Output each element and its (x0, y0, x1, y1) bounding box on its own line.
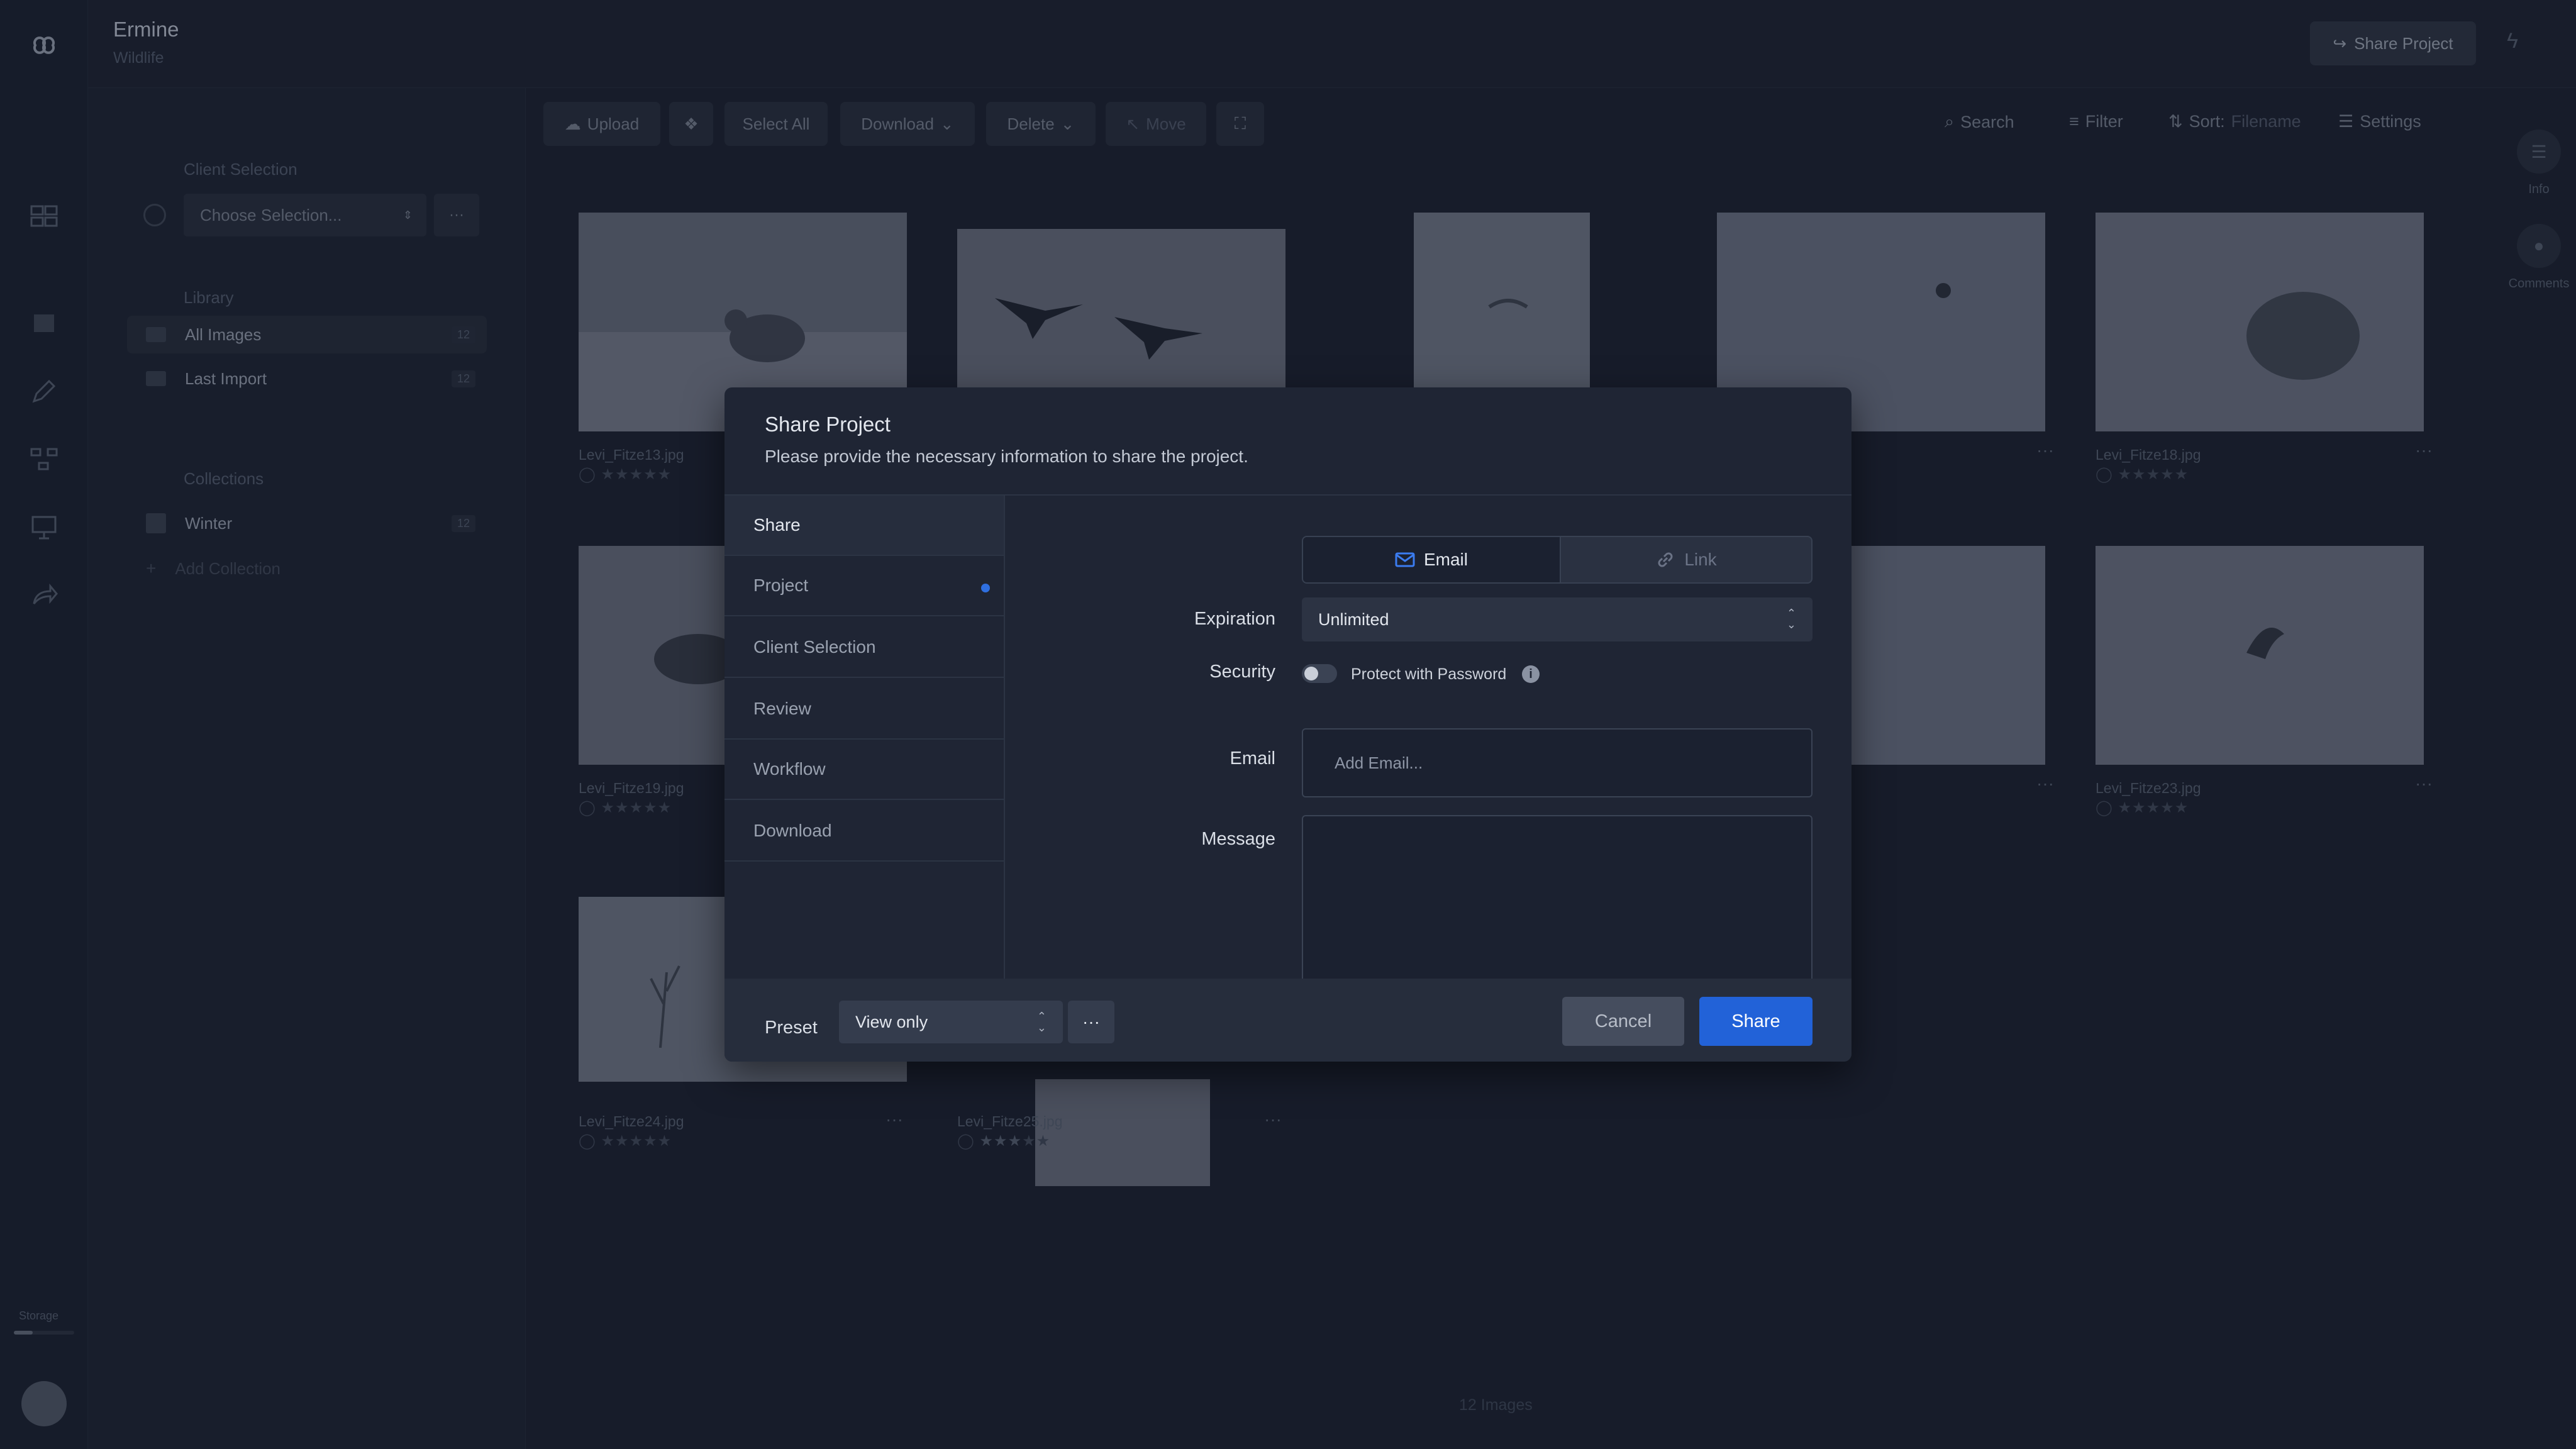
chevron-updown-icon: ⌃ ⌄ (1786, 607, 1796, 631)
nav-item-label: Share (753, 515, 801, 535)
nav-item-workflow[interactable]: Workflow (724, 740, 1004, 800)
modal-subtitle: Please provide the necessary information… (765, 447, 1248, 466)
email-input[interactable]: Add Email... (1302, 728, 1813, 797)
chevron-updown-icon: ⌃ ⌄ (1036, 1010, 1046, 1034)
nav-item-project[interactable]: Project (724, 556, 1004, 616)
nav-item-client-selection[interactable]: Client Selection (724, 618, 1004, 678)
toggle-knob (1304, 667, 1318, 680)
nav-item-label: Download (753, 821, 832, 840)
tab-link[interactable]: Link (1561, 537, 1811, 582)
security-label: Security (1209, 662, 1275, 682)
expiration-select[interactable]: Unlimited ⌃ ⌄ (1302, 597, 1813, 641)
password-toggle-label: Protect with Password (1351, 665, 1507, 683)
share-button[interactable]: Share (1699, 997, 1813, 1046)
envelope-icon (1395, 552, 1415, 567)
share-method-toggle: Email Link (1302, 536, 1813, 584)
nav-item-label: Client Selection (753, 637, 876, 657)
info-icon[interactable]: i (1522, 665, 1540, 683)
preset-value: View only (855, 1012, 928, 1031)
preset-select[interactable]: View only ⌃ ⌄ (839, 1001, 1063, 1043)
message-textarea[interactable] (1302, 815, 1813, 1004)
nav-item-label: Project (753, 575, 809, 595)
password-toggle[interactable] (1302, 664, 1337, 683)
email-label: Email (1230, 748, 1275, 769)
unsaved-indicator-dot (981, 584, 990, 592)
tab-email-label: Email (1423, 550, 1468, 569)
link-icon (1658, 552, 1673, 567)
preset-label: Preset (765, 1018, 818, 1038)
nav-item-review[interactable]: Review (724, 679, 1004, 740)
nav-item-download[interactable]: Download (724, 801, 1004, 862)
tab-link-label: Link (1684, 550, 1717, 569)
nav-item-share[interactable]: Share (724, 496, 1004, 556)
modal-title: Share Project (765, 413, 891, 436)
modal-nav: Share Project Client Selection Review Wo… (724, 496, 1005, 979)
preset-more-button[interactable]: ··· (1068, 1001, 1114, 1043)
message-label: Message (1201, 829, 1275, 849)
nav-item-label: Review (753, 699, 811, 718)
expiration-label: Expiration (1194, 609, 1275, 629)
nav-item-label: Workflow (753, 759, 826, 779)
tab-email[interactable]: Email (1303, 537, 1561, 582)
share-project-modal: Share Project Please provide the necessa… (724, 387, 1852, 1062)
email-placeholder: Add Email... (1335, 753, 1423, 772)
expiration-value: Unlimited (1318, 609, 1389, 629)
cancel-button[interactable]: Cancel (1562, 997, 1684, 1046)
